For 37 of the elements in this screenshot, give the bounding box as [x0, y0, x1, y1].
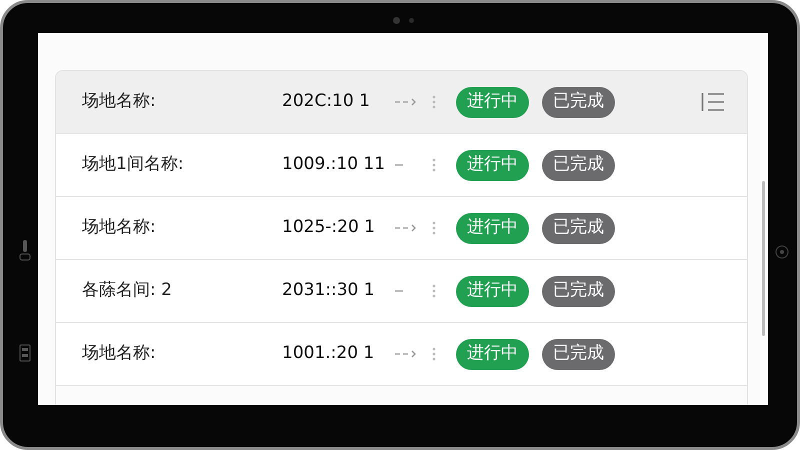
list-row[interactable]: 各蒢名间: 2 2031::30 1 进行中 已完成 [56, 260, 747, 323]
date-text: 1001.:20 1 [282, 342, 376, 366]
toggle-icon [19, 239, 31, 261]
more-icon[interactable] [432, 347, 436, 361]
scrollbar-thumb[interactable] [762, 181, 765, 336]
more-icon[interactable] [432, 284, 436, 298]
status-button[interactable]: 已完成 [542, 150, 615, 180]
status-button[interactable]: 已完成 [542, 212, 615, 244]
status-button[interactable]: 进行中 [456, 338, 529, 370]
venue-label: 场地名称: [82, 342, 157, 366]
more-icon[interactable] [432, 158, 436, 172]
status-button[interactable]: 进行中 [456, 276, 529, 306]
date-text: 1009.:10 11 [282, 153, 386, 176]
sensor-icon [409, 18, 414, 23]
date-text: 1025-:20 1 [282, 216, 376, 240]
more-icon[interactable] [432, 95, 436, 109]
list-row[interactable]: 场地名称: 202C:10 1 进行中 已完成 [56, 71, 747, 134]
menu-icon[interactable] [701, 92, 725, 112]
status-button[interactable]: 已完成 [542, 338, 615, 370]
list-row[interactable]: 场地名称: 1025-:20 1 进行中 已完成 [56, 197, 747, 260]
status-button[interactable]: 已完成 [542, 276, 615, 306]
venue-label: 场地名称: [82, 90, 157, 114]
date-text: 2031::30 1 [282, 279, 376, 302]
venue-label: 场地1间名称: [82, 153, 185, 176]
status-button[interactable]: 进行中 [456, 150, 529, 180]
venue-label: 场地名称: [82, 216, 157, 240]
status-button[interactable]: 进行中 [456, 212, 529, 244]
button-icon [775, 245, 789, 259]
status-button[interactable]: 进行中 [456, 86, 529, 118]
venue-label: 各蒢名间: 2 [82, 279, 173, 302]
date-text: 202C:10 1 [282, 90, 371, 114]
list-row[interactable]: 场地1间名称: 1009.:10 11 进行中 已完成 [56, 134, 747, 197]
more-icon[interactable] [432, 221, 436, 235]
camera-icon [393, 17, 400, 24]
status-button[interactable]: 已完成 [542, 86, 615, 118]
list-row[interactable]: 场地名称: 1001.:20 1 进行中 已完成 [56, 323, 747, 386]
port-icon [19, 344, 31, 362]
